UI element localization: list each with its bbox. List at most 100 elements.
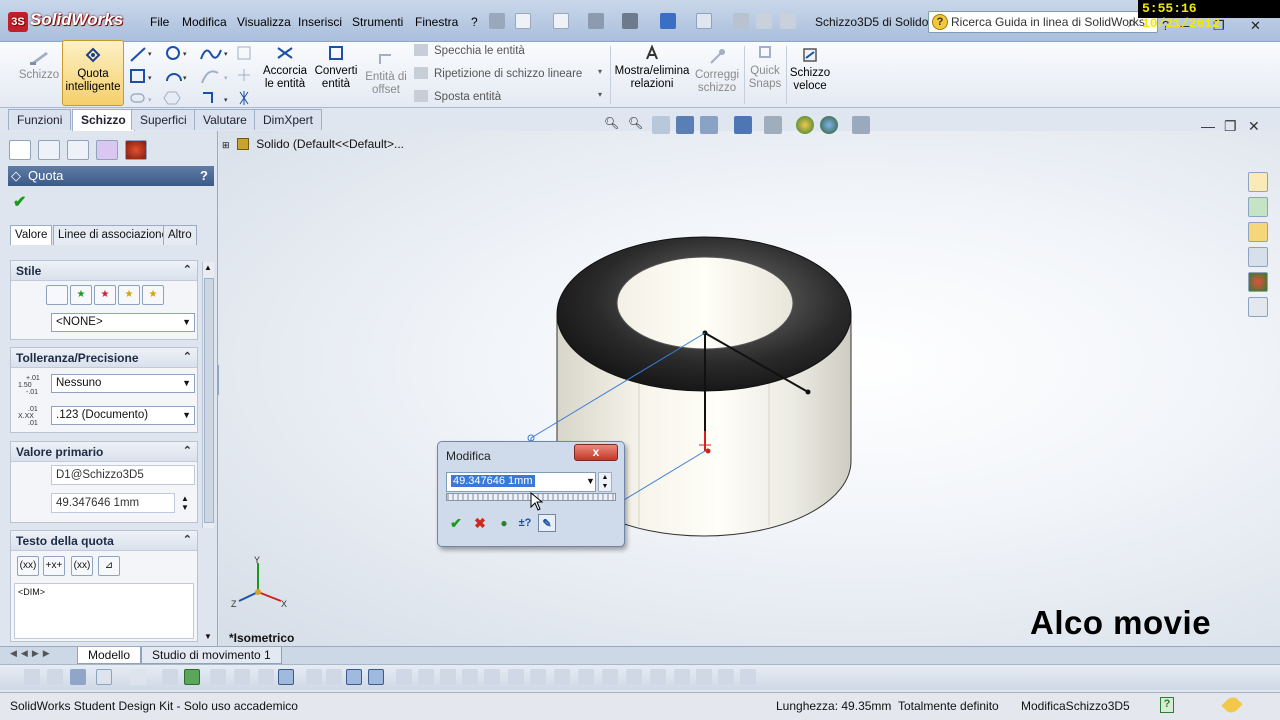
sposta-dropdown-icon[interactable]: ▾ [598, 90, 602, 99]
testo-quota-header[interactable]: Testo della quota ⌃ [11, 531, 197, 551]
schizzo-button[interactable]: Schizzo [18, 48, 60, 82]
undo-icon[interactable] [660, 13, 676, 29]
close-window-button[interactable]: ✕ [1250, 18, 1261, 34]
filter-axes-icon[interactable] [234, 669, 250, 685]
graphics-area[interactable]: Y X Z [219, 131, 1280, 646]
section-view-icon[interactable] [676, 116, 694, 134]
appearances-icon[interactable] [1248, 272, 1268, 292]
ripetizione-dropdown-icon[interactable]: ▾ [598, 67, 602, 76]
save-icon[interactable] [588, 13, 604, 29]
help-search-input[interactable]: ? Ricerca Guida in linea di SolidWorks [928, 11, 1158, 33]
filter-center-marks-icon[interactable] [326, 669, 342, 685]
home-icon[interactable] [1248, 172, 1268, 192]
schizzo-veloce-button[interactable]: Schizzo veloce [788, 46, 832, 93]
ok-check-icon[interactable]: ✔ [13, 192, 26, 212]
search-icon[interactable]: ⌕ [1128, 14, 1136, 31]
sposta-entita-button[interactable]: Sposta entità [414, 90, 501, 103]
restore-doc-button[interactable]: ❐ [1224, 118, 1237, 135]
precision-combo[interactable]: .123 (Documento) ▼ [51, 406, 195, 425]
filter-datum-icon[interactable] [462, 669, 478, 685]
edit-appearance-icon[interactable] [796, 116, 814, 134]
dialog-close-button[interactable]: x [574, 444, 618, 461]
filter-vertices-icon[interactable] [162, 669, 178, 685]
reset-spin-increment-icon[interactable]: ±? [516, 514, 534, 532]
offset-text-button[interactable]: ⊿ [98, 556, 120, 576]
dimension-value-field[interactable]: 49.347646 1mm [51, 493, 175, 513]
filter-midpoints-icon[interactable] [626, 669, 642, 685]
solidworks-logo[interactable]: 3S SolidWorks [8, 10, 123, 32]
dialog-spinner[interactable]: ▲ ▼ [598, 472, 612, 492]
tab-valutare[interactable]: Valutare [194, 109, 256, 130]
save-style-icon[interactable]: ★ [118, 285, 140, 305]
previous-view-icon[interactable] [652, 116, 670, 134]
model-viewport[interactable]: Y X Z [219, 131, 1280, 646]
tab-superfici[interactable]: Superfici [131, 109, 196, 130]
minimize-doc-button[interactable]: — [1201, 118, 1215, 134]
custom-properties-icon[interactable] [1248, 297, 1268, 317]
dimxpert-manager-icon[interactable] [96, 140, 118, 160]
filter-cosmetic-threads-icon[interactable] [554, 669, 570, 685]
confirm-check-icon[interactable]: ✔ [447, 514, 465, 532]
filter-dimensions-icon[interactable] [346, 669, 362, 685]
tab-dimxpert[interactable]: DimXpert [254, 109, 323, 130]
selection-arrow-icon[interactable] [96, 669, 112, 685]
mark-for-drawing-icon[interactable]: ✎ [538, 514, 556, 532]
feature-manager-icon[interactable] [9, 140, 31, 160]
dimension-text-field[interactable]: <DIM> [14, 583, 194, 639]
sketch-tools-grid[interactable]: ▾ ▾ ▾ ▾ ▾ ▾ ▾ ▾ [128, 45, 258, 107]
pm-scrollbar[interactable] [202, 262, 214, 528]
print-icon[interactable] [622, 13, 638, 29]
quick-tips-icon[interactable] [1221, 694, 1243, 716]
scroll-up-icon[interactable]: ▲ [204, 263, 212, 272]
filter-surface-finish-icon[interactable] [508, 669, 524, 685]
entita-offset-button[interactable]: Entità di offset [362, 50, 410, 97]
add-style-icon[interactable]: ★ [70, 285, 92, 305]
correggi-schizzo-button[interactable]: Correggi schizzo [694, 48, 740, 95]
rebuild-traffic-light-icon[interactable]: ● [495, 514, 513, 532]
filter-hole-callouts-icon[interactable] [578, 669, 594, 685]
menu-file[interactable]: File [150, 15, 169, 29]
filter-toggle-icon[interactable] [24, 669, 40, 685]
dimension-name-field[interactable]: D1@Schizzo3D5 [51, 465, 195, 485]
menu-modifica[interactable]: Modifica [182, 15, 227, 29]
load-style-icon[interactable]: ★ [142, 285, 164, 305]
help-status-icon[interactable]: ? [1160, 697, 1174, 713]
pin-icon[interactable] [489, 13, 505, 29]
chevron-down-icon[interactable]: ▼ [586, 476, 595, 486]
tolerance-combo[interactable]: Nessuno ▼ [51, 374, 195, 393]
filter-balloons-icon[interactable] [418, 669, 434, 685]
collapse-icon[interactable]: ⌃ [183, 533, 192, 546]
quota-intelligente-button[interactable]: Quota intelligente [62, 40, 124, 106]
hide-show-items-icon[interactable] [764, 116, 782, 134]
menu-strumenti[interactable]: Strumenti [352, 15, 403, 29]
apply-default-style-icon[interactable] [46, 285, 68, 305]
filter-blocks-icon[interactable] [530, 669, 546, 685]
filter-select-all-icon[interactable] [70, 669, 86, 685]
quick-snaps-button[interactable]: Quick Snaps [748, 44, 782, 91]
menu-finestra[interactable]: Finestra [415, 15, 458, 29]
menu-help[interactable]: ? [471, 15, 478, 29]
stile-header[interactable]: Stile ⌃ [11, 261, 197, 281]
zoom-to-fit-icon[interactable]: 🔍︎ [604, 116, 622, 134]
tab-scroll-arrows[interactable]: ◀◀▶▶ [10, 648, 54, 659]
filter-mate-references-icon[interactable] [740, 669, 756, 685]
filter-annotations-icon[interactable] [368, 669, 384, 685]
center-dimension-button[interactable]: +x+ [43, 556, 65, 576]
view-settings-icon[interactable] [852, 116, 870, 134]
filter-faces-icon[interactable] [184, 669, 200, 685]
filter-clear-icon[interactable] [47, 669, 63, 685]
collapse-icon[interactable]: ⌃ [183, 350, 192, 363]
scrollbar-thumb[interactable] [204, 278, 214, 523]
mostra-elimina-relazioni-button[interactable]: Mostra/elimina relazioni [614, 44, 690, 91]
filter-silhouettes-icon[interactable] [650, 669, 666, 685]
expand-plus-icon[interactable]: ⊞ [222, 140, 230, 150]
zoom-area-icon[interactable]: 🔍︎ [628, 116, 646, 134]
close-doc-button[interactable]: ✕ [1248, 118, 1260, 135]
feature-tree-root[interactable]: ⊞ Solido (Default<<Default>... [222, 137, 404, 151]
design-library-icon[interactable] [1248, 197, 1268, 217]
filter-surface-bodies-icon[interactable] [696, 669, 712, 685]
subtab-valore[interactable]: Valore [10, 225, 53, 245]
accorcia-entita-button[interactable]: Accorcia le entità [261, 44, 309, 91]
subtab-linee-associazione[interactable]: Linee di associazione [53, 225, 173, 245]
filter-edges-icon[interactable] [130, 669, 146, 685]
